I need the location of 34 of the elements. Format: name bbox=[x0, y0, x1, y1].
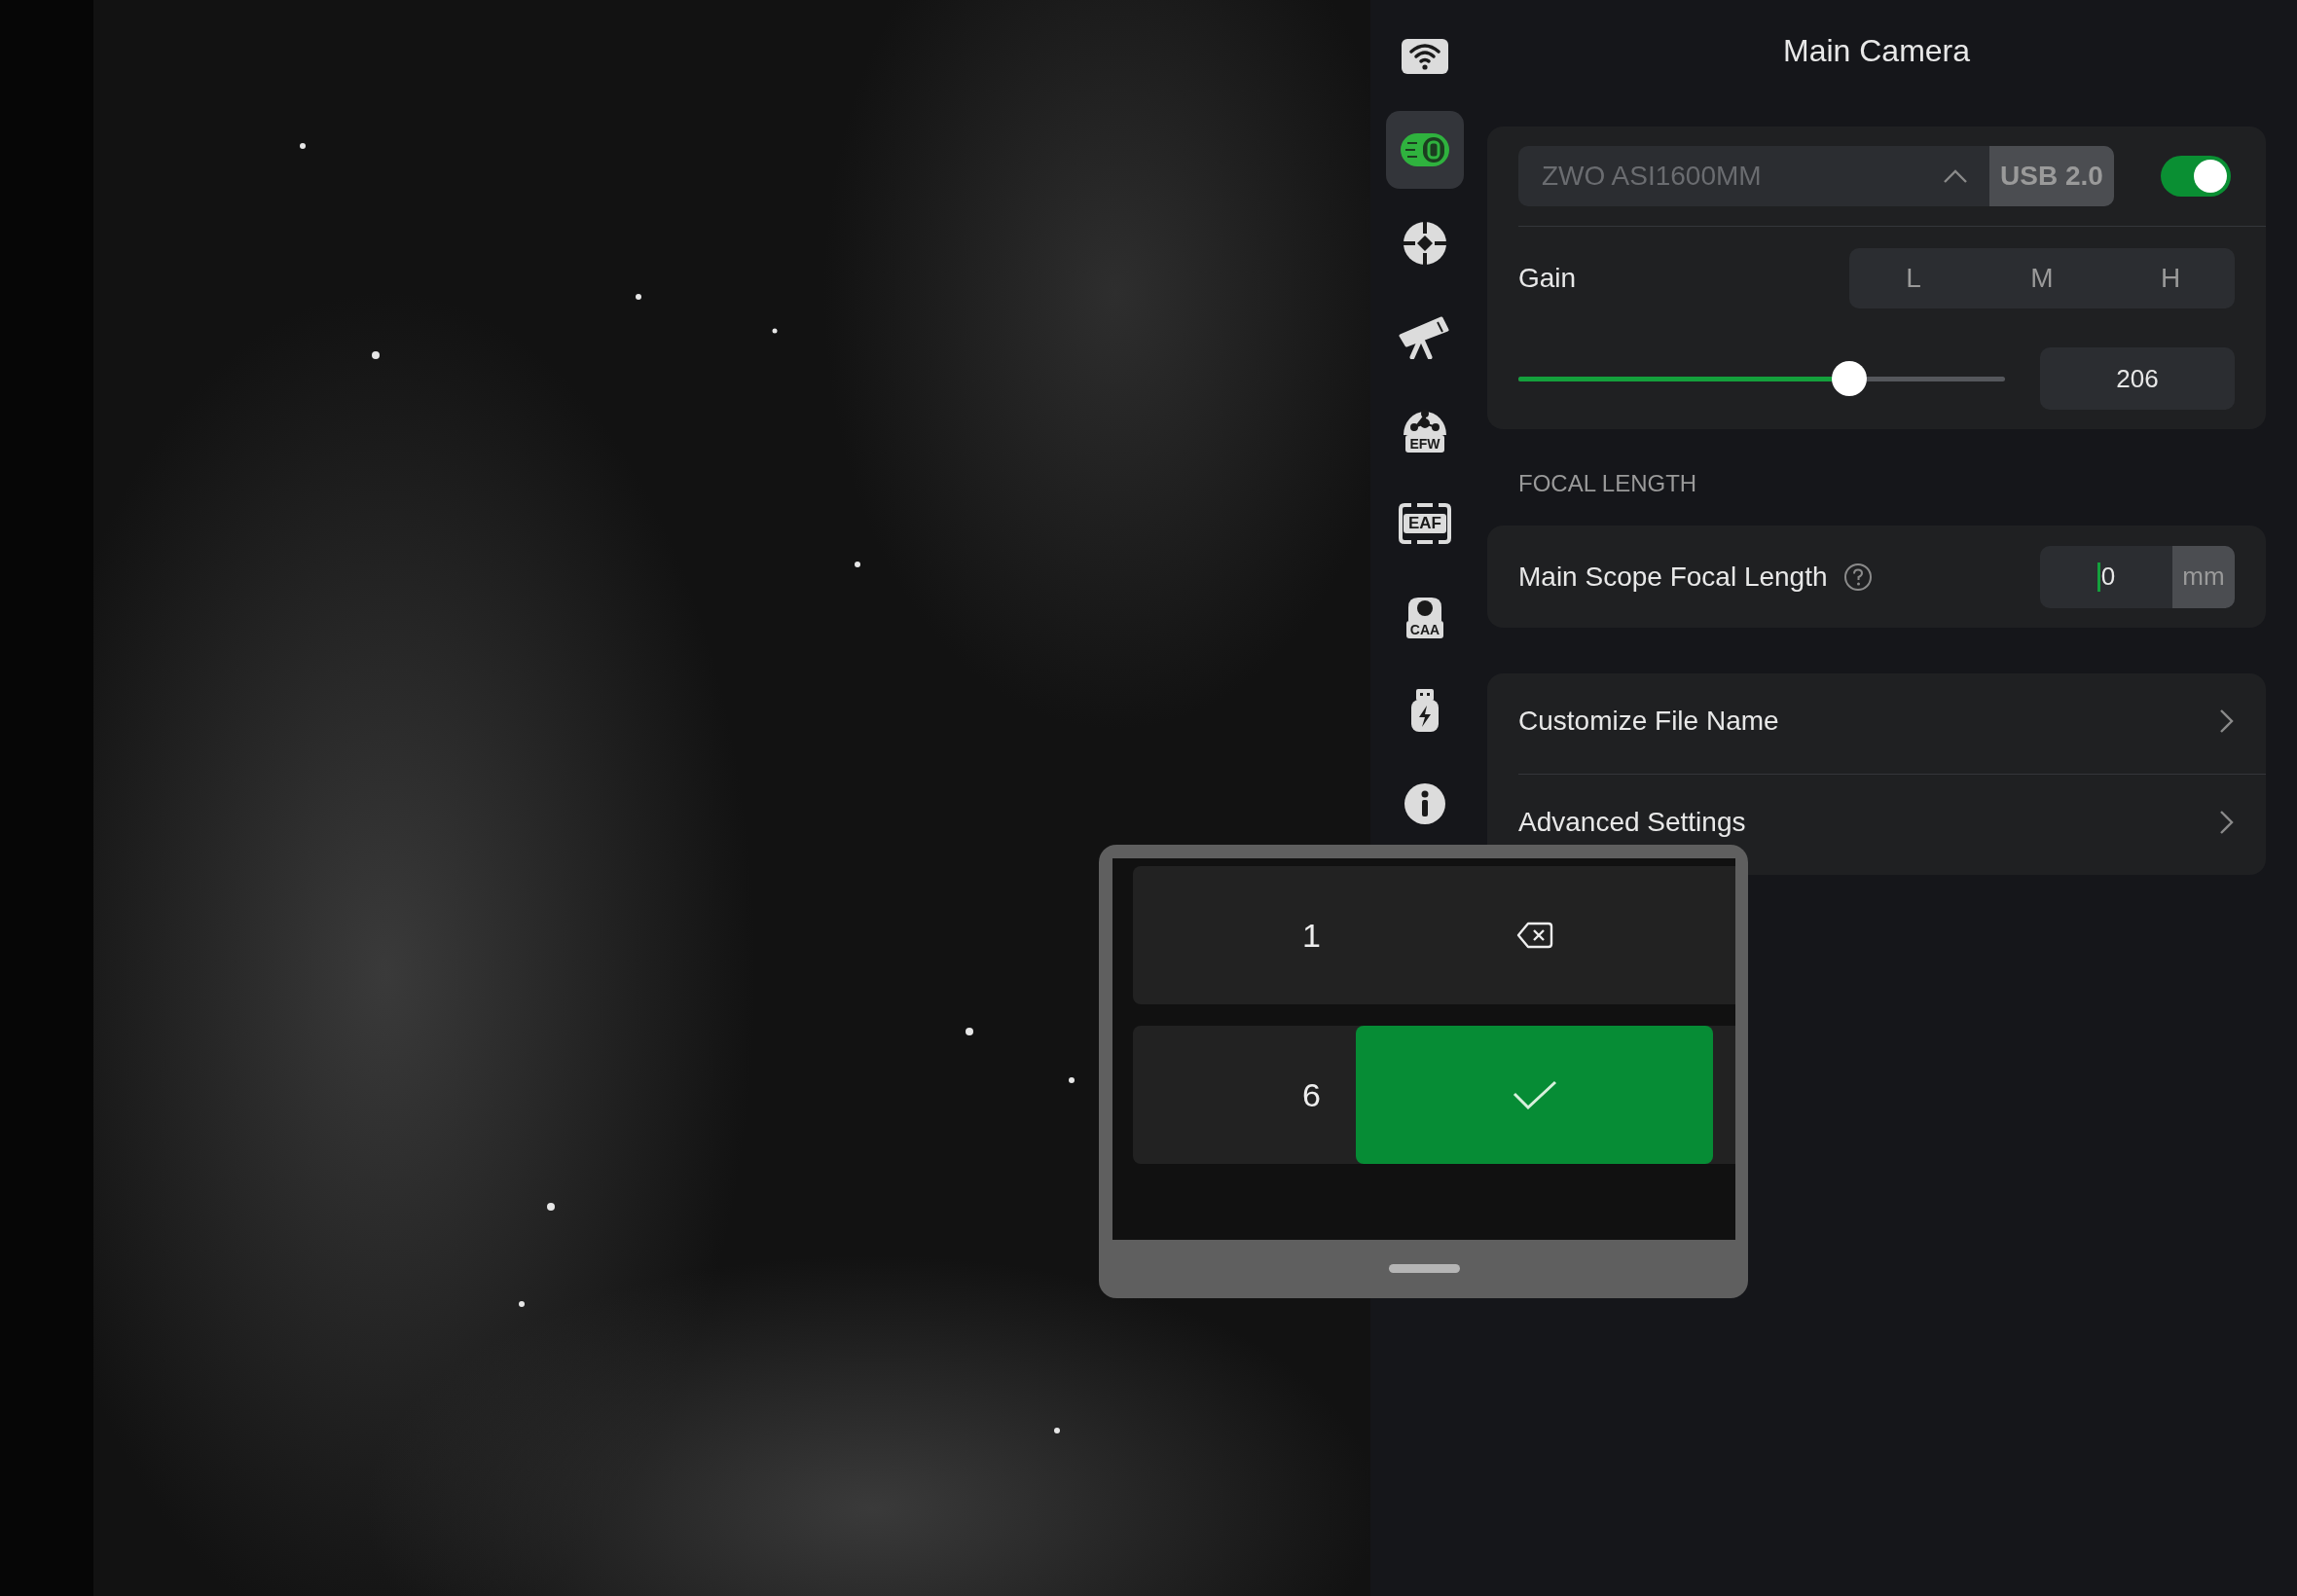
chevron-right-icon bbox=[2219, 707, 2235, 734]
gain-label: Gain bbox=[1518, 263, 1577, 294]
menu-item[interactable]: Advanced Settings bbox=[1487, 775, 2266, 875]
toggle-switch[interactable] bbox=[2161, 156, 2231, 197]
gain-value-field[interactable]: 206 bbox=[2040, 347, 2235, 410]
slider-thumb[interactable] bbox=[1832, 361, 1867, 396]
keypad-key[interactable]: 1 bbox=[1133, 866, 1356, 1004]
gain-preset[interactable]: L bbox=[1849, 248, 1978, 308]
help-icon[interactable] bbox=[1842, 562, 1873, 592]
sidebar-tab[interactable] bbox=[1386, 111, 1464, 189]
chevron-up-icon bbox=[1943, 168, 1968, 184]
bracket-icon bbox=[1398, 502, 1452, 545]
keypad-key[interactable]: 6 bbox=[1133, 1026, 1356, 1164]
gain-slider[interactable] bbox=[1518, 359, 2005, 398]
wifi-icon bbox=[1401, 38, 1449, 75]
gain-preset[interactable]: H bbox=[2106, 248, 2235, 308]
focal-length-label: Main Scope Focal Length bbox=[1518, 561, 1828, 593]
focal-length-field[interactable]: 0 mm bbox=[2040, 545, 2235, 608]
sidebar-tab[interactable]: CAA bbox=[1386, 578, 1464, 656]
gain-preset[interactable]: M bbox=[1978, 248, 2106, 308]
usb-bolt-icon bbox=[1408, 688, 1441, 733]
menu-item[interactable]: Customize File Name bbox=[1487, 673, 2266, 774]
drag-handle[interactable] bbox=[1388, 1264, 1460, 1273]
sidebar-tab[interactable]: EFW bbox=[1386, 391, 1464, 469]
sidebar-tab[interactable]: EAF bbox=[1386, 485, 1464, 562]
camera-icon bbox=[1400, 131, 1450, 168]
checkmark-icon bbox=[1512, 1080, 1557, 1109]
telescope-icon bbox=[1399, 314, 1451, 359]
backspace-icon bbox=[1515, 922, 1553, 949]
chevron-right-icon bbox=[2219, 809, 2235, 835]
panel-title: Main Camera bbox=[1782, 32, 1971, 70]
crosshair-icon bbox=[1403, 221, 1447, 266]
section-label: FOCAL LENGTH bbox=[1518, 470, 1697, 496]
info-icon bbox=[1404, 782, 1446, 825]
